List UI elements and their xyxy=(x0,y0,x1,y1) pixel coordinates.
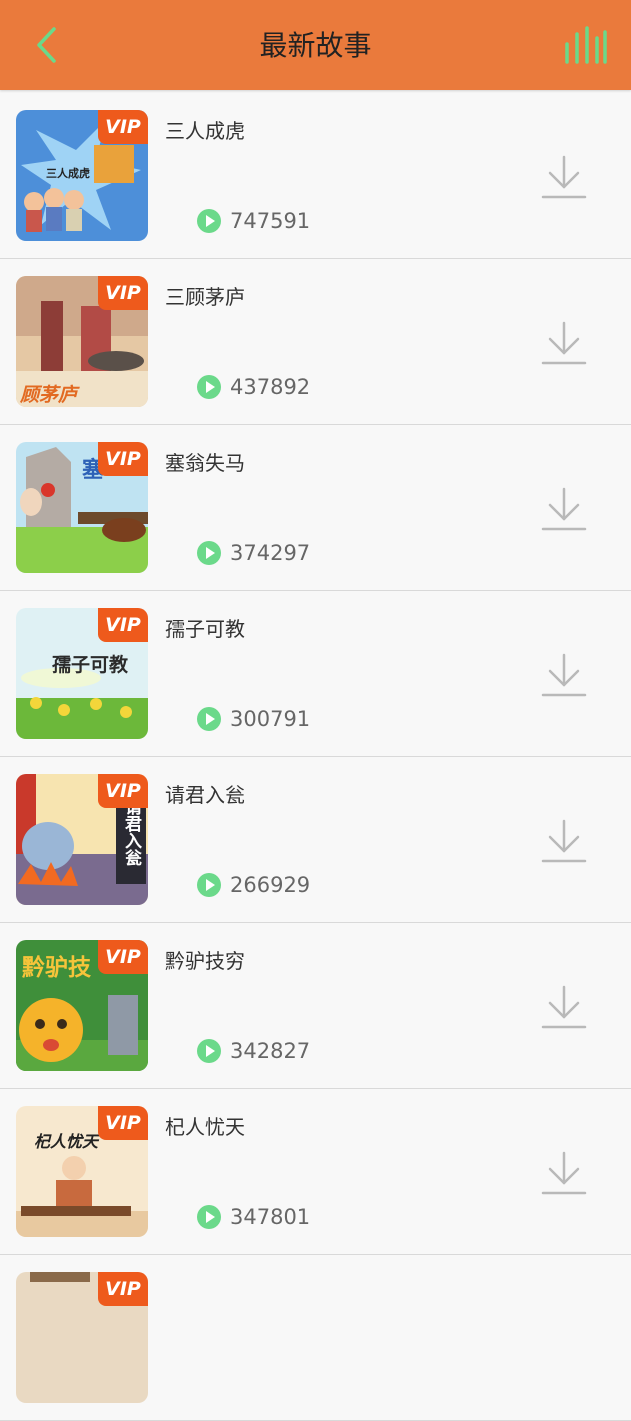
play-icon xyxy=(197,1205,221,1229)
vip-badge: VIP xyxy=(98,608,148,642)
story-thumbnail[interactable]: 顾茅庐 VIP xyxy=(16,276,148,407)
vip-badge: VIP xyxy=(98,940,148,974)
thumbnail-caption: 三人成虎 xyxy=(46,167,90,180)
play-count: 374297 xyxy=(197,540,310,566)
story-row[interactable]: 杞人忧天 VIP 杞人忧天 347801 xyxy=(0,1089,631,1255)
download-icon[interactable] xyxy=(540,817,588,865)
page-title: 最新故事 xyxy=(259,29,372,62)
play-icon xyxy=(197,873,221,897)
bar-chart-icon xyxy=(565,26,607,64)
vip-badge: VIP xyxy=(98,276,148,310)
story-row[interactable]: 孺子可教 VIP 孺子可教 300791 xyxy=(0,591,631,757)
play-count-value: 342827 xyxy=(230,1039,311,1063)
story-row[interactable]: 请君入瓮 VIP 请君入瓮 266929 xyxy=(0,757,631,923)
top-bar: 最新故事 xyxy=(0,0,631,90)
story-title: 请君入瓮 xyxy=(165,783,245,807)
story-title: 塞翁失马 xyxy=(165,451,245,475)
play-count-value: 437892 xyxy=(230,375,311,399)
story-thumbnail[interactable]: 三人成虎 VIP xyxy=(16,110,148,241)
download-icon[interactable] xyxy=(540,1149,588,1197)
play-count: 266929 xyxy=(197,872,310,898)
download-icon[interactable] xyxy=(540,485,588,533)
play-count: 347801 xyxy=(197,1204,310,1230)
vip-badge: VIP xyxy=(98,442,148,476)
story-row[interactable]: 塞 VIP 塞翁失马 374297 xyxy=(0,425,631,591)
play-count: 342827 xyxy=(197,1038,310,1064)
story-title: 三人成虎 xyxy=(165,119,245,143)
story-thumbnail[interactable]: 孺子可教 VIP xyxy=(16,608,148,739)
story-title: 杞人忧天 xyxy=(165,1115,245,1139)
story-thumbnail[interactable]: 请君入瓮 VIP xyxy=(16,774,148,905)
story-thumbnail[interactable]: 黔驴技 VIP xyxy=(16,940,148,1071)
download-icon[interactable] xyxy=(540,153,588,201)
stats-button[interactable] xyxy=(563,24,607,66)
story-row[interactable]: 黔驴技 VIP 黔驴技穷 342827 xyxy=(0,923,631,1089)
story-title: 三顾茅庐 xyxy=(165,285,245,309)
story-title: 孺子可教 xyxy=(165,617,245,641)
play-count-value: 374297 xyxy=(230,541,311,565)
play-icon xyxy=(197,375,221,399)
thumbnail-caption: 请君入瓮 xyxy=(121,798,141,866)
play-icon xyxy=(197,541,221,565)
download-icon[interactable] xyxy=(540,983,588,1031)
vip-badge: VIP xyxy=(98,1106,148,1140)
vip-badge: VIP xyxy=(98,774,148,808)
story-row[interactable]: 顾茅庐 VIP 三顾茅庐 437892 xyxy=(0,259,631,425)
play-icon xyxy=(197,1039,221,1063)
thumbnail-caption: 孺子可教 xyxy=(52,654,129,676)
story-list: 三人成虎 VIP 三人成虎 747591 顾茅庐 VIP 三顾茅庐 437892… xyxy=(0,93,631,1421)
play-count-value: 347801 xyxy=(230,1205,311,1229)
thumbnail-caption: 黔驴技 xyxy=(22,954,91,981)
vip-badge: VIP xyxy=(98,110,148,144)
story-thumbnail[interactable]: 杞人忧天 VIP xyxy=(16,1106,148,1237)
download-icon[interactable] xyxy=(540,319,588,367)
play-icon xyxy=(197,209,221,233)
story-row[interactable]: 三人成虎 VIP 三人成虎 747591 xyxy=(0,93,631,259)
play-icon xyxy=(197,707,221,731)
play-count: 747591 xyxy=(197,208,310,234)
play-count-value: 300791 xyxy=(230,707,311,731)
vip-badge: VIP xyxy=(98,1272,148,1306)
play-count: 437892 xyxy=(197,374,310,400)
thumbnail-caption: 杞人忧天 xyxy=(34,1132,99,1151)
play-count-value: 747591 xyxy=(230,209,311,233)
story-thumbnail[interactable]: VIP xyxy=(16,1272,148,1403)
story-title: 黔驴技穷 xyxy=(165,949,245,973)
play-count-value: 266929 xyxy=(230,873,311,897)
thumbnail-caption: 顾茅庐 xyxy=(20,384,78,406)
download-icon[interactable] xyxy=(540,651,588,699)
play-count: 300791 xyxy=(197,706,310,732)
story-thumbnail[interactable]: 塞 VIP xyxy=(16,442,148,573)
